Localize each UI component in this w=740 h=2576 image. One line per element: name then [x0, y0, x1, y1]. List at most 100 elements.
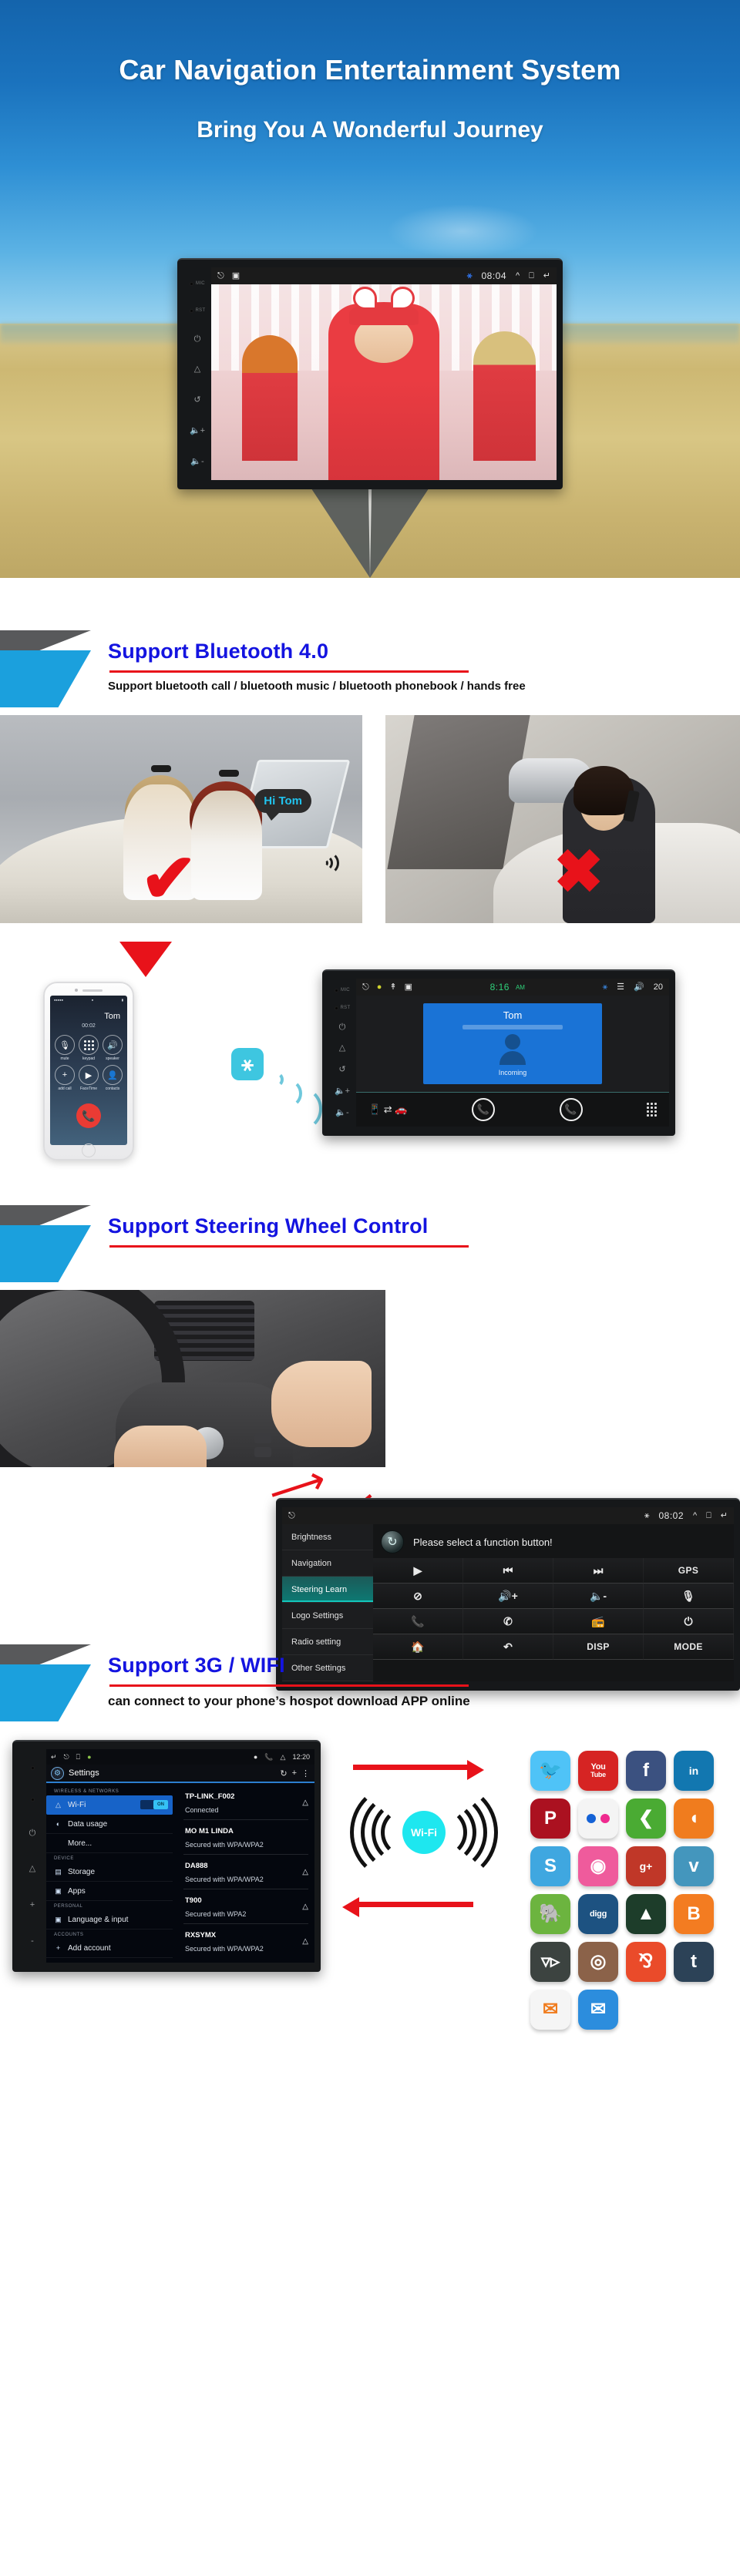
contacts-button[interactable]: 👤 contacts [103, 1065, 123, 1091]
recents-icon[interactable]: ⎕ [76, 1753, 80, 1762]
recents-icon[interactable]: ▣ [232, 271, 240, 280]
home-icon[interactable]: △ [339, 1044, 345, 1053]
facebook-icon[interactable]: f [626, 1751, 666, 1791]
next-track-icon[interactable]: ⏭ [553, 1558, 644, 1584]
volume-down-icon[interactable]: 🔈- [190, 457, 204, 466]
mic-button[interactable]: MIC [335, 988, 350, 992]
settings-screen[interactable]: ↵ ⎋ ⎕ ● ● 📞 △ 12:20 ⚙ Settings ↻ + ⋮ WIR… [46, 1749, 314, 1963]
end-call-icon[interactable]: 📞 [76, 1103, 101, 1128]
list-item[interactable]: MO M1 LINDA Secured with WPA/WPA2 [183, 1820, 308, 1855]
skype-icon[interactable]: S [530, 1846, 570, 1886]
sidebar-item-language-input[interactable]: ▣ Language & input [46, 1910, 173, 1929]
phone-home-button[interactable] [82, 1144, 96, 1157]
sidebar-item-storage[interactable]: ▤ Storage [46, 1862, 173, 1882]
expand-icon[interactable]: ^ [693, 1511, 697, 1520]
sidebar-item-apps[interactable]: ▣ Apps [46, 1882, 173, 1901]
reset-button[interactable]: RST [189, 308, 206, 313]
add-icon[interactable]: + [292, 1768, 297, 1778]
play-icon[interactable]: ▶ [373, 1558, 463, 1584]
menu-item-logo-settings[interactable]: Logo Settings [282, 1603, 373, 1629]
mute-button[interactable]: 🎙 mute [55, 1035, 75, 1061]
refresh-icon[interactable]: ↻ [280, 1768, 287, 1778]
keypad-button[interactable]: keypad [79, 1035, 99, 1061]
home-icon[interactable]: ⎋ [288, 1511, 295, 1520]
expand-icon[interactable]: ^ [516, 271, 520, 280]
mute-icon[interactable]: ⊘ [373, 1584, 463, 1609]
window-icon[interactable]: ⎕ [529, 271, 534, 280]
microphone-icon[interactable]: 🎙 [644, 1584, 734, 1609]
flickr-icon[interactable] [578, 1798, 618, 1839]
speaker-button[interactable]: 🔊 speaker [103, 1035, 123, 1061]
evernote-icon[interactable]: 🐘 [530, 1894, 570, 1934]
volume-up-icon[interactable]: 🔈+ [335, 1086, 350, 1096]
volume-up-icon[interactable]: 🔈+ [190, 426, 205, 435]
power-icon[interactable]: ⏻ [644, 1609, 734, 1634]
digg-icon[interactable]: digg [578, 1894, 618, 1934]
home-icon[interactable]: △ [29, 1865, 35, 1873]
volume-down-icon[interactable]: - [31, 1937, 34, 1946]
deviantart-icon[interactable]: ▿▹ [530, 1942, 570, 1982]
menu-item-brightness[interactable]: Brightness [282, 1524, 373, 1550]
back-icon[interactable]: ↵ [543, 271, 550, 280]
sidebar-item-data-usage[interactable]: ◐ Data usage [46, 1815, 173, 1834]
home-icon[interactable]: ⎋ [362, 982, 369, 992]
power-icon[interactable]: ⏻ [339, 1023, 346, 1032]
volume-down-icon[interactable]: 🔈- [335, 1108, 348, 1117]
call-icon[interactable]: 📞 [373, 1609, 463, 1634]
gps-button[interactable]: GPS [644, 1558, 734, 1584]
vimeo-icon[interactable]: v [674, 1846, 714, 1886]
equalizer-icon[interactable]: ☰ [617, 982, 624, 992]
list-item[interactable]: T900 Secured with WPA2 △ [183, 1889, 308, 1924]
mic-button[interactable] [30, 1765, 35, 1770]
hangup-icon[interactable]: ✆ [463, 1609, 553, 1634]
power-icon[interactable]: ⏻ [194, 334, 201, 344]
mic-button[interactable]: MIC [190, 281, 205, 286]
keypad-icon[interactable] [647, 1103, 657, 1117]
phone-to-car-icon[interactable]: 📱 ⇄ 🚗 [368, 1103, 408, 1116]
instagram-icon[interactable]: ◎ [578, 1942, 618, 1982]
list-item[interactable]: TP-LINK_F002 Connected △ [183, 1785, 308, 1820]
window-icon[interactable]: ⎕ [706, 1511, 711, 1520]
list-item[interactable]: DA888 Secured with WPA/WPA2 △ [183, 1855, 308, 1889]
tumblr-icon[interactable]: t [674, 1942, 714, 1982]
bluetooth-icon[interactable]: ⚹ [603, 982, 608, 992]
home-icon[interactable]: ⎋ [217, 271, 224, 280]
menu-item-navigation[interactable]: Navigation [282, 1550, 373, 1577]
pinterest-icon[interactable]: P [530, 1798, 570, 1839]
sidebar-item-wifi[interactable]: △ Wi-Fi ON [46, 1795, 173, 1815]
forrst-icon[interactable]: ▲ [626, 1894, 666, 1934]
back-icon[interactable]: ↺ [193, 396, 200, 405]
blogger-icon[interactable]: B [674, 1894, 714, 1934]
google-plus-icon[interactable]: g+ [626, 1846, 666, 1886]
wifi-toggle[interactable]: ON [140, 1800, 168, 1809]
email-light-icon[interactable]: ✉ [530, 1990, 570, 2030]
twitter-icon[interactable]: 🐦 [530, 1751, 570, 1791]
sidebar-item-more[interactable]: More... [46, 1834, 173, 1853]
answer-call-icon[interactable]: 📞 [472, 1098, 495, 1121]
previous-track-icon[interactable]: ⏮ [463, 1558, 553, 1584]
facetime-button[interactable]: ▶ FaceTime [79, 1065, 99, 1091]
volume-up-icon[interactable]: 🔊+ [463, 1584, 553, 1609]
back-icon[interactable]: ↺ [338, 1066, 345, 1074]
reset-button[interactable] [30, 1797, 35, 1802]
volume-down-icon[interactable]: 🔈- [553, 1584, 644, 1609]
back-icon[interactable]: ↵ [51, 1753, 57, 1762]
stumbleupon-icon[interactable]: ⅋ [626, 1942, 666, 1982]
sidebar-item-add-account[interactable]: + Add account [46, 1939, 173, 1958]
back-icon[interactable]: ↵ [721, 1511, 728, 1520]
add-call-button[interactable]: + add call [55, 1065, 75, 1091]
dribbble-icon[interactable]: ◉ [578, 1846, 618, 1886]
hero-screen[interactable]: ⎋ ▣ ⚹ 08:04 ^ ⎕ ↵ [211, 267, 557, 480]
hangup-call-icon[interactable]: 📞 [559, 1098, 583, 1121]
menu-icon[interactable]: ⋮ [301, 1768, 310, 1778]
list-item[interactable]: RXSYMX Secured with WPA/WPA2 △ [183, 1924, 308, 1958]
rss-icon[interactable]: ◖ [674, 1798, 714, 1839]
volume-up-icon[interactable]: + [30, 1901, 35, 1909]
menu-item-steering-learn[interactable]: Steering Learn [282, 1577, 373, 1603]
reset-button[interactable]: RST [334, 1006, 351, 1010]
radio-icon[interactable]: 📻 [553, 1609, 644, 1634]
power-icon[interactable]: ⏻ [29, 1829, 36, 1838]
share-icon[interactable]: ❮ [626, 1798, 666, 1839]
call-screen[interactable]: ⎋ ● ↟ ▣ 8:16 AM ⚹ ☰ 🔊 20 Tom Incoming 📱 … [356, 979, 669, 1127]
youtube-icon[interactable]: You Tube [578, 1751, 618, 1791]
